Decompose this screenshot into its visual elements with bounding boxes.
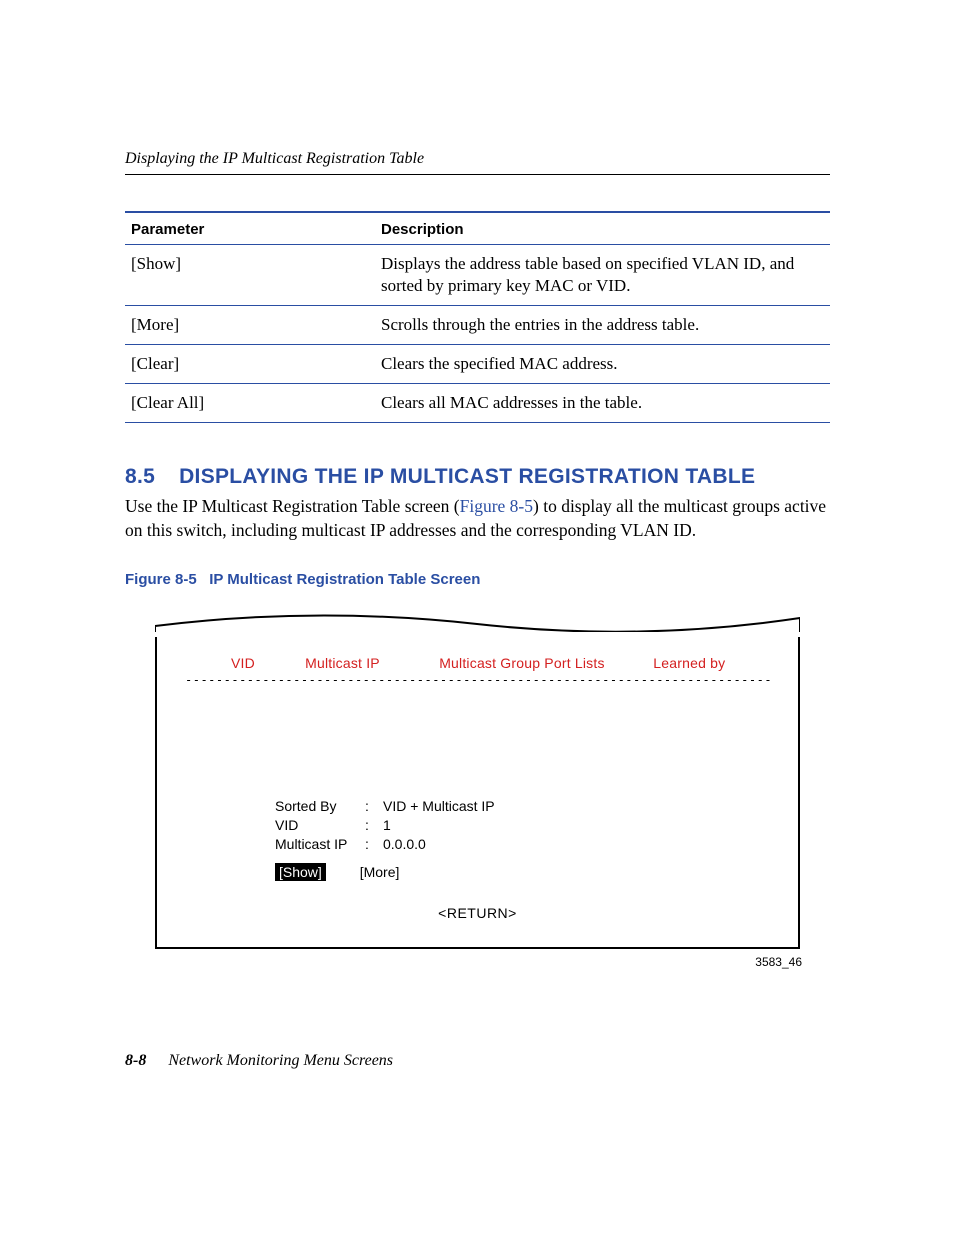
footer-title: Network Monitoring Menu Screens bbox=[168, 1052, 393, 1069]
figure-caption-title: IP Multicast Registration Table Screen bbox=[209, 571, 480, 588]
table-row: [Clear All] Clears all MAC addresses in … bbox=[125, 384, 830, 423]
terminal-fields: Sorted By : VID + Multicast IP VID : 1 M… bbox=[275, 797, 770, 854]
col-multicast-ip: Multicast IP bbox=[305, 655, 435, 671]
col-vid: VID bbox=[231, 655, 301, 671]
table-header-description: Description bbox=[375, 212, 830, 245]
cell-desc: Displays the address table based on spec… bbox=[375, 245, 830, 306]
table-row: [More] Scrolls through the entries in th… bbox=[125, 306, 830, 345]
field-value-sorted-by: VID + Multicast IP bbox=[383, 797, 495, 816]
figure-id: 3583_46 bbox=[155, 955, 802, 969]
return-label[interactable]: <RETURN> bbox=[185, 905, 770, 921]
divider-dashes: ----------------------------------------… bbox=[185, 673, 770, 687]
more-button[interactable]: [More] bbox=[360, 864, 400, 880]
cell-desc: Clears the specified MAC address. bbox=[375, 345, 830, 384]
field-label-multicast-ip: Multicast IP bbox=[275, 835, 365, 854]
table-row: [Clear] Clears the specified MAC address… bbox=[125, 345, 830, 384]
body-text-pre: Use the IP Multicast Registration Table … bbox=[125, 496, 460, 516]
terminal-column-headers: VID Multicast IP Multicast Group Port Li… bbox=[185, 655, 770, 671]
parameter-table: Parameter Description [Show] Displays th… bbox=[125, 211, 830, 423]
page-content: Displaying the IP Multicast Registration… bbox=[125, 150, 830, 969]
cell-param: [Clear] bbox=[125, 345, 375, 384]
section-title: DISPLAYING THE IP MULTICAST REGISTRATION… bbox=[179, 465, 755, 488]
section-heading: 8.5 DISPLAYING THE IP MULTICAST REGISTRAT… bbox=[125, 465, 830, 489]
cell-param: [Show] bbox=[125, 245, 375, 306]
section-number: 8.5 bbox=[125, 465, 155, 489]
field-value-multicast-ip: 0.0.0.0 bbox=[383, 835, 426, 854]
show-button[interactable]: [Show] bbox=[275, 863, 326, 881]
col-learned-by: Learned by bbox=[653, 655, 725, 671]
terminal-screenshot: VID Multicast IP Multicast Group Port Li… bbox=[155, 612, 800, 970]
figure-link[interactable]: Figure 8-5 bbox=[460, 496, 533, 516]
section-body: Use the IP Multicast Registration Table … bbox=[125, 495, 830, 542]
terminal-box: VID Multicast IP Multicast Group Port Li… bbox=[155, 637, 800, 950]
field-label-sorted-by: Sorted By bbox=[275, 797, 365, 816]
page-footer: 8-8 Network Monitoring Menu Screens bbox=[125, 1052, 393, 1070]
cell-desc: Clears all MAC addresses in the table. bbox=[375, 384, 830, 423]
figure-caption: Figure 8-5 IP Multicast Registration Tab… bbox=[125, 571, 830, 588]
table-row: [Show] Displays the address table based … bbox=[125, 245, 830, 306]
field-value-vid: 1 bbox=[383, 816, 391, 835]
col-group-port-lists: Multicast Group Port Lists bbox=[439, 655, 649, 671]
table-header-parameter: Parameter bbox=[125, 212, 375, 245]
cell-desc: Scrolls through the entries in the addre… bbox=[375, 306, 830, 345]
running-header: Displaying the IP Multicast Registration… bbox=[125, 150, 830, 175]
torn-edge-icon bbox=[155, 612, 800, 632]
page-number: 8-8 bbox=[125, 1052, 146, 1069]
cell-param: [More] bbox=[125, 306, 375, 345]
cell-param: [Clear All] bbox=[125, 384, 375, 423]
field-label-vid: VID bbox=[275, 816, 365, 835]
figure-caption-label: Figure 8-5 bbox=[125, 571, 197, 588]
terminal-buttons: [Show] [More] bbox=[275, 863, 770, 881]
